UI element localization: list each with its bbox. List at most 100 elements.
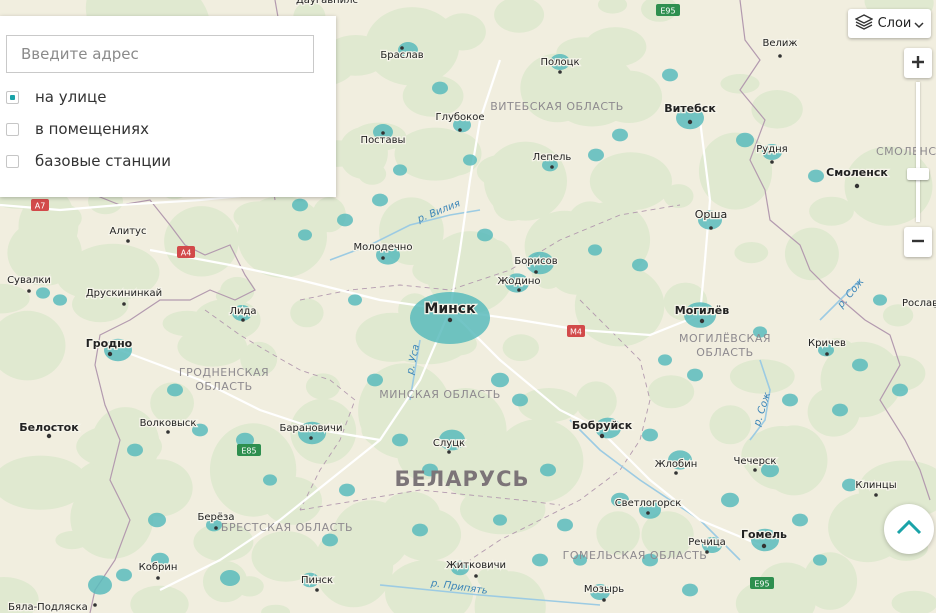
- city-label[interactable]: Берёза: [196, 511, 235, 525]
- city-label[interactable]: Лепель: [531, 151, 572, 165]
- coverage-area: [491, 372, 509, 388]
- coverage-area: [493, 514, 507, 526]
- coverage-area: [852, 358, 868, 372]
- city-label[interactable]: Браслав: [379, 49, 425, 63]
- city-label[interactable]: Бобруйск: [571, 418, 634, 434]
- city-marker: [517, 288, 521, 292]
- forest-area: [648, 375, 695, 409]
- city-marker: [687, 119, 693, 125]
- coverage-area: [892, 383, 908, 397]
- city-label[interactable]: Гомель: [740, 527, 789, 543]
- city-label[interactable]: Жлобин: [654, 458, 699, 472]
- base-stations-checkbox[interactable]: [6, 154, 19, 168]
- coverage-area: [392, 433, 408, 447]
- city-label[interactable]: Клинцы: [854, 479, 898, 493]
- zoom-slider-handle[interactable]: [907, 168, 929, 180]
- city-label[interactable]: Сувалки: [6, 274, 52, 288]
- city-marker: [674, 471, 678, 475]
- scroll-top-button[interactable]: [884, 504, 934, 554]
- chevron-down-icon: [914, 14, 924, 33]
- city-label[interactable]: Рудня: [755, 143, 789, 157]
- city-label[interactable]: Барановичи: [278, 422, 343, 436]
- city-label[interactable]: Мозырь: [583, 583, 626, 597]
- chevron-up-icon: [896, 519, 922, 539]
- city-label[interactable]: Кричев: [807, 337, 848, 351]
- coverage-area: [348, 294, 362, 306]
- indoor-radio[interactable]: [6, 122, 19, 136]
- filter-outdoor-option[interactable]: на улице: [6, 86, 106, 108]
- coverage-area: [88, 575, 112, 595]
- city-label[interactable]: Поставы: [359, 134, 406, 148]
- city-label[interactable]: Лида: [228, 305, 258, 319]
- city-label[interactable]: Житковичи: [445, 559, 508, 573]
- city-label[interactable]: Светлогорск: [613, 497, 682, 511]
- city-marker: [166, 430, 170, 434]
- city-marker: [705, 550, 709, 554]
- city-label[interactable]: Пинск: [300, 574, 335, 588]
- city-label[interactable]: Полоцк: [539, 56, 581, 70]
- zoom-slider-track[interactable]: [916, 82, 920, 222]
- coverage-area: [298, 229, 312, 241]
- layers-button[interactable]: Слои: [848, 9, 931, 38]
- city-label[interactable]: Молодечно: [352, 241, 413, 255]
- filter-indoor-option[interactable]: в помещениях: [6, 118, 149, 140]
- zoom-in-button[interactable]: [904, 48, 932, 78]
- coverage-area: [658, 354, 672, 366]
- forest-area: [751, 90, 803, 129]
- road-label: E95: [660, 7, 675, 16]
- coverage-area: [782, 393, 798, 407]
- forest-area: [332, 500, 410, 572]
- city-label[interactable]: Минск: [423, 300, 477, 319]
- coverage-area: [127, 443, 143, 457]
- city-label[interactable]: Могилёв: [674, 303, 731, 319]
- city-label[interactable]: Витебск: [663, 101, 718, 117]
- coverage-area: [512, 393, 528, 407]
- city-label[interactable]: Слуцк: [432, 437, 467, 451]
- coverage-area: [292, 198, 308, 212]
- city-label[interactable]: Друскининкай: [85, 287, 164, 301]
- city-label[interactable]: Даугавпилс: [295, 0, 360, 7]
- country-label: БЕЛАРУСЬ: [394, 467, 529, 491]
- region-label: БРЕСТСКАЯ ОБЛАСТЬ: [221, 521, 353, 534]
- city-marker: [770, 160, 774, 164]
- city-label[interactable]: Жодино: [496, 275, 541, 289]
- forest-area: [70, 477, 154, 559]
- region-label: ГОМЕЛЬСКАЯ ОБЛАСТЬ: [563, 549, 708, 562]
- address-search-input[interactable]: [6, 35, 314, 73]
- forest-area: [164, 206, 239, 277]
- city-label[interactable]: Велиж: [761, 37, 798, 51]
- city-label[interactable]: Чечерск: [732, 455, 777, 469]
- filter-indoor-label: в помещениях: [35, 120, 149, 138]
- coverage-area: [832, 403, 848, 417]
- road-label: E85: [241, 447, 256, 456]
- city-label[interactable]: Орша: [694, 207, 729, 223]
- city-label[interactable]: Речица: [687, 536, 727, 550]
- city-label[interactable]: Смоленск: [825, 165, 890, 181]
- city-marker: [93, 603, 97, 607]
- outdoor-radio[interactable]: [6, 90, 19, 104]
- forest-area: [589, 152, 673, 211]
- city-marker: [315, 588, 319, 592]
- city-marker: [126, 239, 130, 243]
- coverage-area: [532, 553, 548, 567]
- city-marker: [753, 468, 757, 472]
- forest-area: [394, 127, 476, 181]
- city-label[interactable]: Борисов: [513, 255, 559, 269]
- coverage-area: [148, 512, 166, 528]
- plus-icon: [911, 54, 925, 73]
- city-label[interactable]: Рослав: [901, 297, 936, 311]
- city-marker: [550, 165, 554, 169]
- coverage-area: [682, 583, 698, 597]
- zoom-out-button[interactable]: [904, 227, 932, 257]
- city-label[interactable]: Волковыск: [138, 417, 197, 431]
- city-marker: [534, 270, 538, 274]
- city-label[interactable]: Алитус: [108, 225, 147, 239]
- city-label[interactable]: Глубокое: [434, 111, 486, 125]
- city-label[interactable]: Белосток: [18, 420, 80, 436]
- city-label[interactable]: Кобрин: [137, 561, 178, 575]
- coverage-area: [632, 258, 648, 272]
- city-label[interactable]: Бяла-Подляска: [7, 601, 89, 613]
- city-label[interactable]: Гродно: [85, 336, 134, 352]
- forest-area: [502, 334, 539, 362]
- filter-base-stations-option[interactable]: базовые станции: [6, 150, 171, 172]
